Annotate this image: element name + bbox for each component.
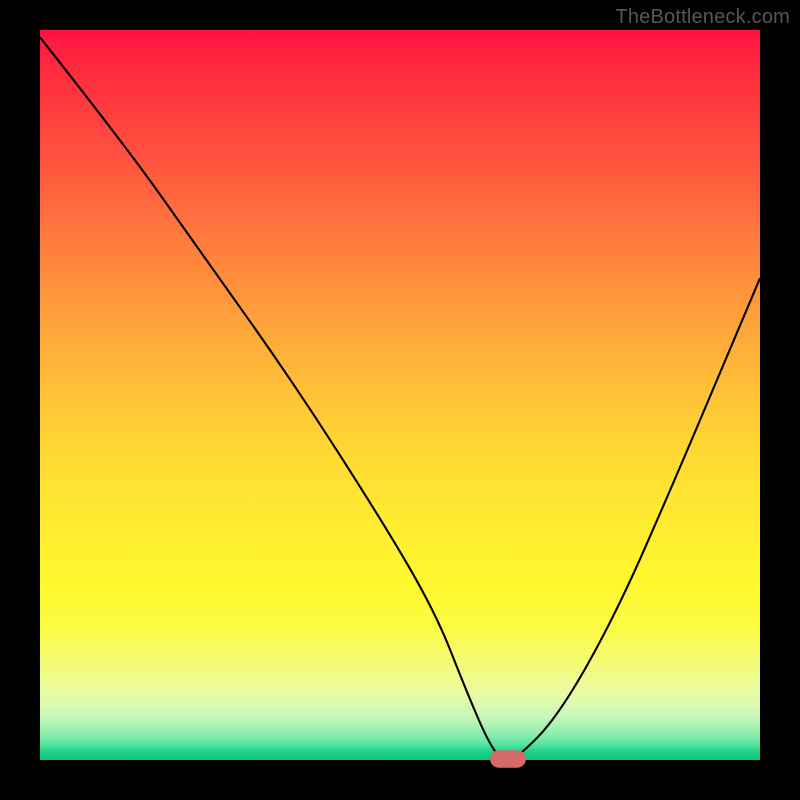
optimal-marker <box>490 750 526 768</box>
chart-stage: TheBottleneck.com <box>0 0 800 800</box>
plot-area <box>40 30 760 760</box>
watermark-text: TheBottleneck.com <box>615 6 790 29</box>
bottleneck-curve <box>40 37 760 760</box>
chart-svg <box>40 30 760 760</box>
